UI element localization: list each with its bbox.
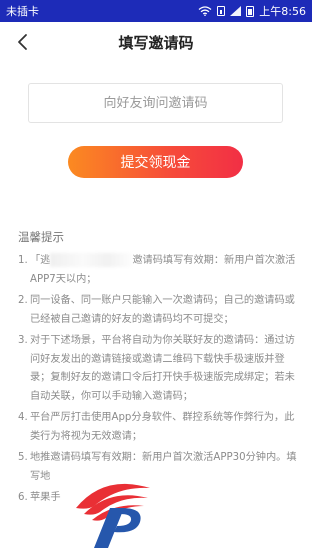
tip-item: 3. 对于下述场景，平台将自动为你关联好友的邀请码：通过访问好友发出的邀请链接或… [18,332,302,406]
status-bar: 未插卡 上午8:56 [0,0,312,22]
tip-text: 「逃 邀请码填写有效期：新用户首次激活APP7天以内； [30,252,302,289]
tip-number: 2. [18,295,28,306]
nav-bar: 填写邀请码 [0,22,312,62]
tip-number: 5. [18,452,28,463]
tip-text: 平台严厉打击使用App分身软件、群控系统等作弊行为，此类行为将视为无效邀请； [30,412,295,442]
tips-title: 温馨提示 [18,230,64,244]
submit-button[interactable]: 提交领现金 [68,146,243,178]
blurred-region [50,253,133,267]
tip-item: 4. 平台严厉打击使用App分身软件、群控系统等作弊行为，此类行为将视为无效邀请… [18,409,302,446]
back-arrow-icon[interactable] [12,30,34,54]
tip-text-start: 「逃 [30,255,51,266]
sim-card-icon [217,6,226,16]
tip-text: 同一设备、同一账户只能输入一次邀请码；自己的邀请码或已经被自己邀请的好友的邀请码… [30,295,295,325]
tip-item: 1. 「逃 邀请码填写有效期：新用户首次激活APP7天以内； [18,252,302,289]
wifi-icon [198,6,212,16]
signal-icon [230,6,242,16]
tip-text: 对于下述场景，平台将自动为你关联好友的邀请码：通过访问好友发出的邀请链接或邀请二… [30,335,295,402]
status-time: 上午8:56 [259,5,306,18]
tip-number: 1. [18,255,28,266]
tip-item: 5. 地推邀请码填写有效期：新用户首次激活APP30分钟内。填写地 [18,449,302,486]
tips-list: 1. 「逃 邀请码填写有效期：新用户首次激活APP7天以内； 2. 同一设备、同一… [18,252,302,511]
invite-code-input[interactable] [28,83,283,123]
tip-number: 6. [18,492,28,503]
status-icons: 上午8:56 [198,3,306,19]
battery-icon [246,5,255,17]
page-title: 填写邀请码 [118,33,194,52]
carrier-label: 未插卡 [6,5,39,18]
tip-number: 4. [18,412,28,423]
tip-item: 2. 同一设备、同一账户只能输入一次邀请码；自己的邀请码或已经被自己邀请的好友的… [18,292,302,329]
tip-item: 6. 苹果手 [18,489,302,508]
watermark-logo [76,483,150,548]
tip-number: 3. [18,335,28,346]
